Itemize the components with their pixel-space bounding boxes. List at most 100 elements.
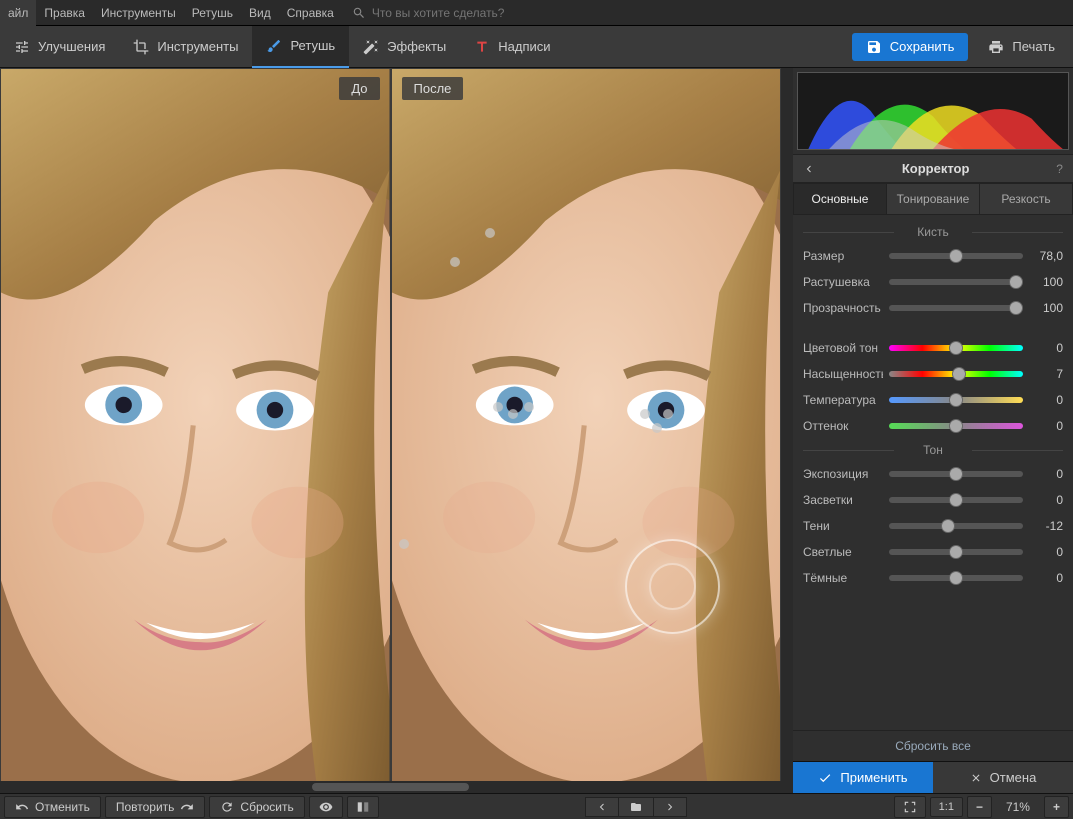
compare-icon bbox=[356, 800, 370, 814]
tab-effects[interactable]: Эффекты bbox=[349, 26, 460, 68]
v-scrollbar[interactable] bbox=[781, 68, 793, 793]
slider-track[interactable] bbox=[889, 305, 1023, 311]
print-button[interactable]: Печать bbox=[976, 33, 1067, 61]
slider-track[interactable] bbox=[889, 423, 1023, 429]
before-pane[interactable]: До bbox=[1, 69, 390, 792]
folder-icon bbox=[629, 801, 643, 813]
cancel-button[interactable]: Отмена bbox=[933, 762, 1073, 793]
slider-track[interactable] bbox=[889, 549, 1023, 555]
print-icon bbox=[988, 39, 1004, 55]
fit-button[interactable] bbox=[894, 796, 926, 818]
back-icon[interactable] bbox=[803, 163, 815, 175]
tab-effects-label: Эффекты bbox=[387, 39, 446, 54]
eye-icon bbox=[318, 800, 334, 814]
panel-tab-toning[interactable]: Тонирование bbox=[887, 183, 980, 215]
slider-track[interactable] bbox=[889, 371, 1023, 377]
close-icon bbox=[970, 772, 982, 784]
canvas-area: До После bbox=[0, 68, 793, 793]
slider-Тёмные: Тёмные0 bbox=[803, 565, 1063, 591]
menu-tools[interactable]: Инструменты bbox=[93, 0, 184, 26]
slider-thumb[interactable] bbox=[1009, 301, 1023, 315]
edit-point[interactable] bbox=[450, 257, 460, 267]
apply-button[interactable]: Применить bbox=[793, 762, 933, 793]
help-icon[interactable]: ? bbox=[1056, 162, 1063, 176]
slider-thumb[interactable] bbox=[949, 493, 963, 507]
slider-thumb[interactable] bbox=[1009, 275, 1023, 289]
slider-thumb[interactable] bbox=[949, 571, 963, 585]
slider-thumb[interactable] bbox=[952, 367, 966, 381]
tab-captions[interactable]: Надписи bbox=[460, 26, 564, 68]
slider-track[interactable] bbox=[889, 523, 1023, 529]
browse-button[interactable] bbox=[618, 797, 654, 817]
edit-point[interactable] bbox=[640, 409, 650, 419]
tab-retouch-label: Ретушь bbox=[290, 38, 335, 53]
after-pane[interactable]: После bbox=[392, 69, 781, 792]
compare-button[interactable] bbox=[347, 796, 379, 818]
slider-track[interactable] bbox=[889, 253, 1023, 259]
right-panel: Корректор ? Основные Тонирование Резкост… bbox=[793, 68, 1073, 793]
histogram[interactable] bbox=[797, 72, 1069, 150]
slider-Тени: Тени-12 bbox=[803, 513, 1063, 539]
slider-thumb[interactable] bbox=[941, 519, 955, 533]
slider-track[interactable] bbox=[889, 575, 1023, 581]
fit-icon bbox=[903, 800, 917, 814]
menu-bar: айл Правка Инструменты Ретушь Вид Справк… bbox=[0, 0, 1073, 26]
tab-tools[interactable]: Инструменты bbox=[119, 26, 252, 68]
slider-value: 100 bbox=[1029, 275, 1063, 289]
reset-all-link[interactable]: Сбросить все bbox=[793, 730, 1073, 761]
tab-enhance[interactable]: Улучшения bbox=[0, 26, 119, 68]
slider-Экспозиция: Экспозиция0 bbox=[803, 461, 1063, 487]
reset-button[interactable]: Сбросить bbox=[209, 796, 304, 818]
prev-image-button[interactable] bbox=[585, 797, 619, 817]
slider-thumb[interactable] bbox=[949, 249, 963, 263]
section-label: Кисть bbox=[803, 221, 1063, 243]
slider-Оттенок: Оттенок0 bbox=[803, 413, 1063, 439]
panel-tab-sharp[interactable]: Резкость bbox=[980, 183, 1073, 215]
slider-track[interactable] bbox=[889, 397, 1023, 403]
edit-point[interactable] bbox=[493, 402, 503, 412]
menu-file[interactable]: айл bbox=[0, 0, 36, 26]
tab-retouch[interactable]: Ретушь bbox=[252, 26, 349, 68]
after-label: После bbox=[402, 77, 464, 100]
slider-Засветки: Засветки0 bbox=[803, 487, 1063, 513]
panel-tab-basics[interactable]: Основные bbox=[793, 183, 887, 215]
menu-help[interactable]: Справка bbox=[279, 0, 342, 26]
slider-thumb[interactable] bbox=[949, 545, 963, 559]
h-scrollbar[interactable] bbox=[0, 781, 781, 793]
edit-point[interactable] bbox=[485, 228, 495, 238]
slider-label: Прозрачность bbox=[803, 301, 883, 315]
edit-point[interactable] bbox=[524, 402, 534, 412]
zoom-11-button[interactable]: 1:1 bbox=[930, 797, 963, 817]
print-label: Печать bbox=[1012, 39, 1055, 54]
slider-thumb[interactable] bbox=[949, 419, 963, 433]
brush-cursor[interactable] bbox=[625, 539, 720, 634]
sliders-icon bbox=[14, 39, 30, 55]
slider-track[interactable] bbox=[889, 345, 1023, 351]
slider-thumb[interactable] bbox=[949, 393, 963, 407]
zoom-out-button[interactable]: − bbox=[967, 796, 992, 818]
slider-thumb[interactable] bbox=[949, 341, 963, 355]
redo-button[interactable]: Повторить bbox=[105, 796, 206, 818]
next-image-button[interactable] bbox=[653, 797, 687, 817]
slider-track[interactable] bbox=[889, 497, 1023, 503]
menu-retouch[interactable]: Ретушь bbox=[184, 0, 241, 26]
slider-Растушевка: Растушевка100 bbox=[803, 269, 1063, 295]
edit-point[interactable] bbox=[508, 409, 518, 419]
slider-track[interactable] bbox=[889, 279, 1023, 285]
edit-point[interactable] bbox=[652, 423, 662, 433]
after-image bbox=[392, 69, 781, 792]
menu-view[interactable]: Вид bbox=[241, 0, 279, 26]
search-input[interactable] bbox=[372, 6, 572, 20]
bottom-bar: Отменить Повторить Сбросить 1:1 − 71% + bbox=[0, 793, 1073, 819]
section-label: Тон bbox=[803, 439, 1063, 461]
slider-thumb[interactable] bbox=[949, 467, 963, 481]
slider-track[interactable] bbox=[889, 471, 1023, 477]
preview-button[interactable] bbox=[309, 796, 343, 818]
crop-icon bbox=[133, 39, 149, 55]
save-button[interactable]: Сохранить bbox=[852, 33, 969, 61]
zoom-in-button[interactable]: + bbox=[1044, 796, 1069, 818]
menu-edit[interactable]: Правка bbox=[36, 0, 93, 26]
panel-title: Корректор bbox=[902, 161, 970, 176]
save-icon bbox=[866, 39, 882, 55]
undo-button[interactable]: Отменить bbox=[4, 796, 101, 818]
